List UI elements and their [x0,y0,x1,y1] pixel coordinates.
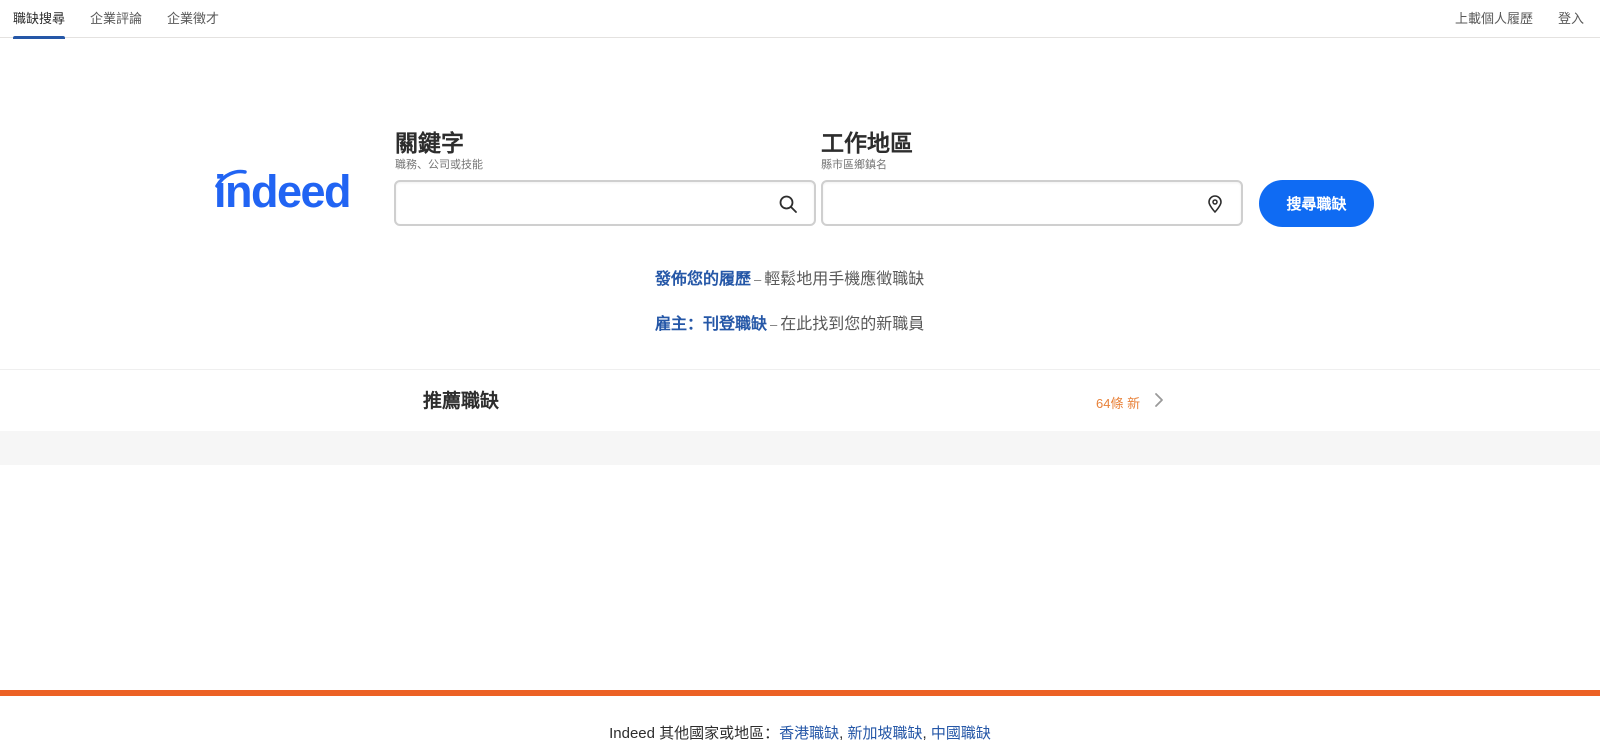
logo-wordmark: indeed [214,166,352,217]
tab-job-search[interactable]: 職缺搜尋 [13,0,66,39]
promo-employer: 雇主：刊登職缺 – 在此找到您的新職員 [655,316,925,333]
recommended-jobs-section [0,369,1600,431]
map-pin-icon [1208,195,1222,213]
promo-resume-text: 輕鬆地用手機應徵職缺 [764,271,925,288]
location-input[interactable] [823,182,1241,224]
new-jobs-count[interactable]: 64條 新 [1096,393,1140,412]
promo-resume: 發佈您的履歷 – 輕鬆地用手機應徵職缺 [655,271,925,288]
recommended-jobs-list-area [0,431,1600,465]
location-hint: 縣市區鄉鎮名 [821,159,887,171]
footer-divider [0,690,1600,696]
footer-prefix: Indeed 其他國家或地區： [609,725,780,742]
footer-other-countries: Indeed 其他國家或地區：香港職缺, 新加坡職缺, 中國職缺 [609,725,991,742]
location-field[interactable] [821,180,1243,226]
keyword-field[interactable] [394,180,816,226]
chevron-right-icon[interactable] [1153,392,1165,408]
keyword-hint: 職務、公司或技能 [395,159,483,171]
post-resume-link[interactable]: 發佈您的履歷 [655,271,751,288]
indeed-logo[interactable]: indeed [214,168,374,216]
tab-company-reviews[interactable]: 企業評論 [90,0,142,38]
footer-link-singapore[interactable]: 新加坡職缺 [848,725,923,742]
login-link[interactable]: 登入 [1558,0,1584,38]
keyword-label: 關鍵字 [395,130,464,156]
search-icon [779,195,797,213]
recommended-jobs-title: 推薦職缺 [423,391,500,412]
upload-resume-link[interactable]: 上載個人履歷 [1455,0,1533,38]
keyword-input[interactable] [396,182,814,224]
tab-employers[interactable]: 企業徵才 [167,0,219,38]
location-label: 工作地區 [821,130,913,156]
search-jobs-button[interactable]: 搜尋職缺 [1259,180,1374,227]
footer-link-hong-kong[interactable]: 香港職缺 [779,725,839,742]
footer-link-china[interactable]: 中國職缺 [931,725,991,742]
post-job-link[interactable]: 雇主：刊登職缺 [655,316,767,333]
top-nav: 職缺搜尋 企業評論 企業徵才 上載個人履歷 登入 [0,0,1600,39]
promo-employer-text: 在此找到您的新職員 [780,316,925,333]
